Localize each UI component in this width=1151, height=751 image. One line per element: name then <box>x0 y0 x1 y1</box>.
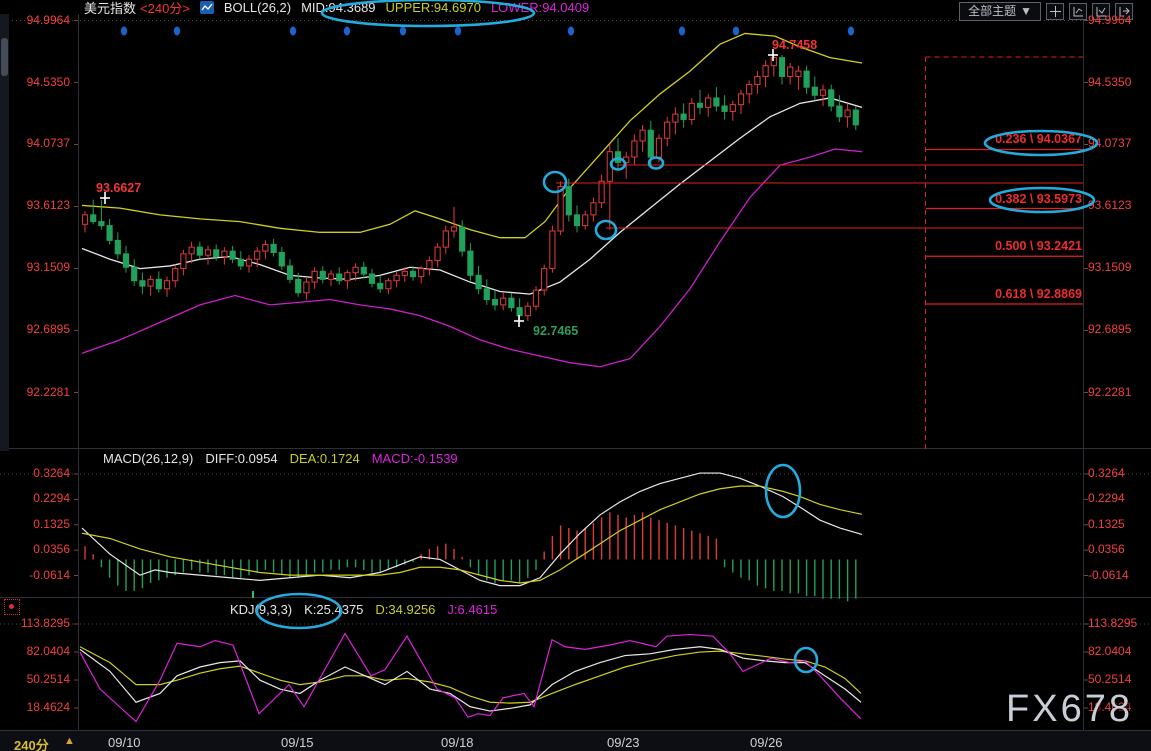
kdj-axis-label-right: 113.8295 <box>1088 616 1138 630</box>
boll-lower-value: LOWER:94.0409 <box>490 0 590 15</box>
kdj-axis-label-left: 18.4624 <box>26 700 70 714</box>
fib-level-label: 0.618 \ 92.8869 <box>995 286 1082 301</box>
macd-axis-label-right: 0.3264 <box>1088 466 1125 480</box>
footer-period-label[interactable]: 240分 <box>14 735 49 751</box>
macd-value: MACD:-0.1539 <box>371 451 458 466</box>
boll-label: BOLL(26,2) <box>223 0 292 15</box>
date-axis-label: 09/15 <box>281 735 314 750</box>
date-axis-label: 09/18 <box>441 735 474 750</box>
macd-axis-label-right: -0.0614 <box>1088 567 1129 582</box>
fib-level-label: 0.500 \ 93.2421 <box>995 239 1082 254</box>
price-axis-label-left: 94.9964 <box>26 12 70 27</box>
kdj-axis-label-left: 82.0404 <box>26 644 70 658</box>
price-axis-label-right: 92.6895 <box>1088 322 1132 337</box>
period-up-arrow-icon[interactable]: ▲ <box>64 735 75 747</box>
kdj-axis-label-right: 50.2514 <box>1088 672 1132 686</box>
period-tag: <240分> <box>140 1 190 16</box>
boll-mid-value: MID:94.3689 <box>301 0 376 15</box>
macd-header: MACD(26,12,9) DIFF:0.0954 DEA:0.1724 MAC… <box>103 451 458 466</box>
date-axis: 240分 ▲ 09/10 09/15 09/18 09/23 09/26 <box>0 730 1151 751</box>
kdj-k-value: K:25.4375 <box>304 602 364 617</box>
kdj-axis-label-left: 113.8295 <box>20 616 70 630</box>
macd-name: MACD(26,12,9) <box>103 451 194 466</box>
boll-upper-value: UPPER:94.6970 <box>385 0 481 15</box>
brand-watermark: FX678 <box>1006 688 1133 730</box>
macd-axis-label-left: 0.3264 <box>33 466 70 480</box>
macd-axis-label-right: 0.1325 <box>1088 516 1125 531</box>
add-pane-icon[interactable] <box>1069 3 1087 20</box>
macd-axis-label-left: 0.0356 <box>33 542 70 557</box>
kdj-axis-label-right: 82.0404 <box>1088 644 1132 658</box>
price-annotation: 93.6627 <box>96 181 142 195</box>
move-tool-icon[interactable] <box>1046 3 1064 20</box>
kdj-d-value: D:34.9256 <box>375 602 436 617</box>
price-annotation: 94.7458 <box>772 38 818 52</box>
macd-axis-label-left: -0.0614 <box>29 567 70 582</box>
main-chart-canvas[interactable] <box>0 0 1151 751</box>
kdj-name: KDJ(9,3,3) <box>230 602 293 617</box>
kdj-j-value: J:6.4615 <box>447 602 498 617</box>
chart-window: 美元指数 <240分> BOLL(26,2) MID:94.3689 UPPER… <box>0 0 1151 751</box>
kdj-axis-label-left: 50.2514 <box>26 672 70 686</box>
instrument-title: 美元指数 <box>84 1 137 16</box>
chart-header: 美元指数 <240分> BOLL(26,2) MID:94.3689 UPPER… <box>84 0 590 16</box>
macd-axis-label-right: 0.2294 <box>1088 491 1125 506</box>
kdj-header: KDJ(9,3,3) K:25.4375 D:34.9256 J:6.4615 <box>230 602 497 617</box>
price-axis-label-right: 92.2281 <box>1088 384 1132 399</box>
macd-dea-value: DEA:0.1724 <box>289 451 360 466</box>
fib-level-label: 0.382 \ 93.5973 <box>995 191 1082 206</box>
price-annotation: 92.7465 <box>533 324 579 338</box>
price-axis-label-left: 92.2281 <box>26 384 70 399</box>
scrollbar-thumb[interactable] <box>1 38 8 76</box>
price-axis-label-right: 94.5350 <box>1088 74 1132 89</box>
price-axis-label-right: 93.6123 <box>1088 198 1132 213</box>
price-axis-label-right: 93.1509 <box>1088 260 1132 275</box>
date-axis-label: 09/10 <box>108 735 141 750</box>
macd-axis-label-right: 0.0356 <box>1088 542 1125 557</box>
date-axis-label: 09/23 <box>607 735 640 750</box>
macd-axis-label-left: 0.2294 <box>33 491 70 506</box>
marker-flag-icon[interactable] <box>4 599 20 615</box>
price-axis-label-left: 94.0737 <box>26 136 70 151</box>
price-axis-label-right: 94.9964 <box>1088 12 1132 27</box>
price-axis-label-left: 94.5350 <box>26 74 70 89</box>
date-axis-label: 09/26 <box>750 735 783 750</box>
price-axis-label-left: 93.6123 <box>26 198 70 213</box>
chevron-down-icon: ▼ <box>1020 4 1032 18</box>
price-axis-label-right: 94.0737 <box>1088 136 1132 151</box>
price-axis-label-left: 92.6895 <box>26 322 70 337</box>
fib-level-label: 0.236 \ 94.0367 <box>995 132 1082 147</box>
macd-axis-label-left: 0.1325 <box>33 516 70 531</box>
chart-type-icon[interactable] <box>199 1 214 14</box>
macd-diff-value: DIFF:0.0954 <box>205 451 278 466</box>
themes-dropdown-label: 全部主题 <box>968 4 1017 18</box>
price-axis-label-left: 93.1509 <box>26 260 70 275</box>
themes-dropdown[interactable]: 全部主题 ▼ <box>959 2 1041 21</box>
